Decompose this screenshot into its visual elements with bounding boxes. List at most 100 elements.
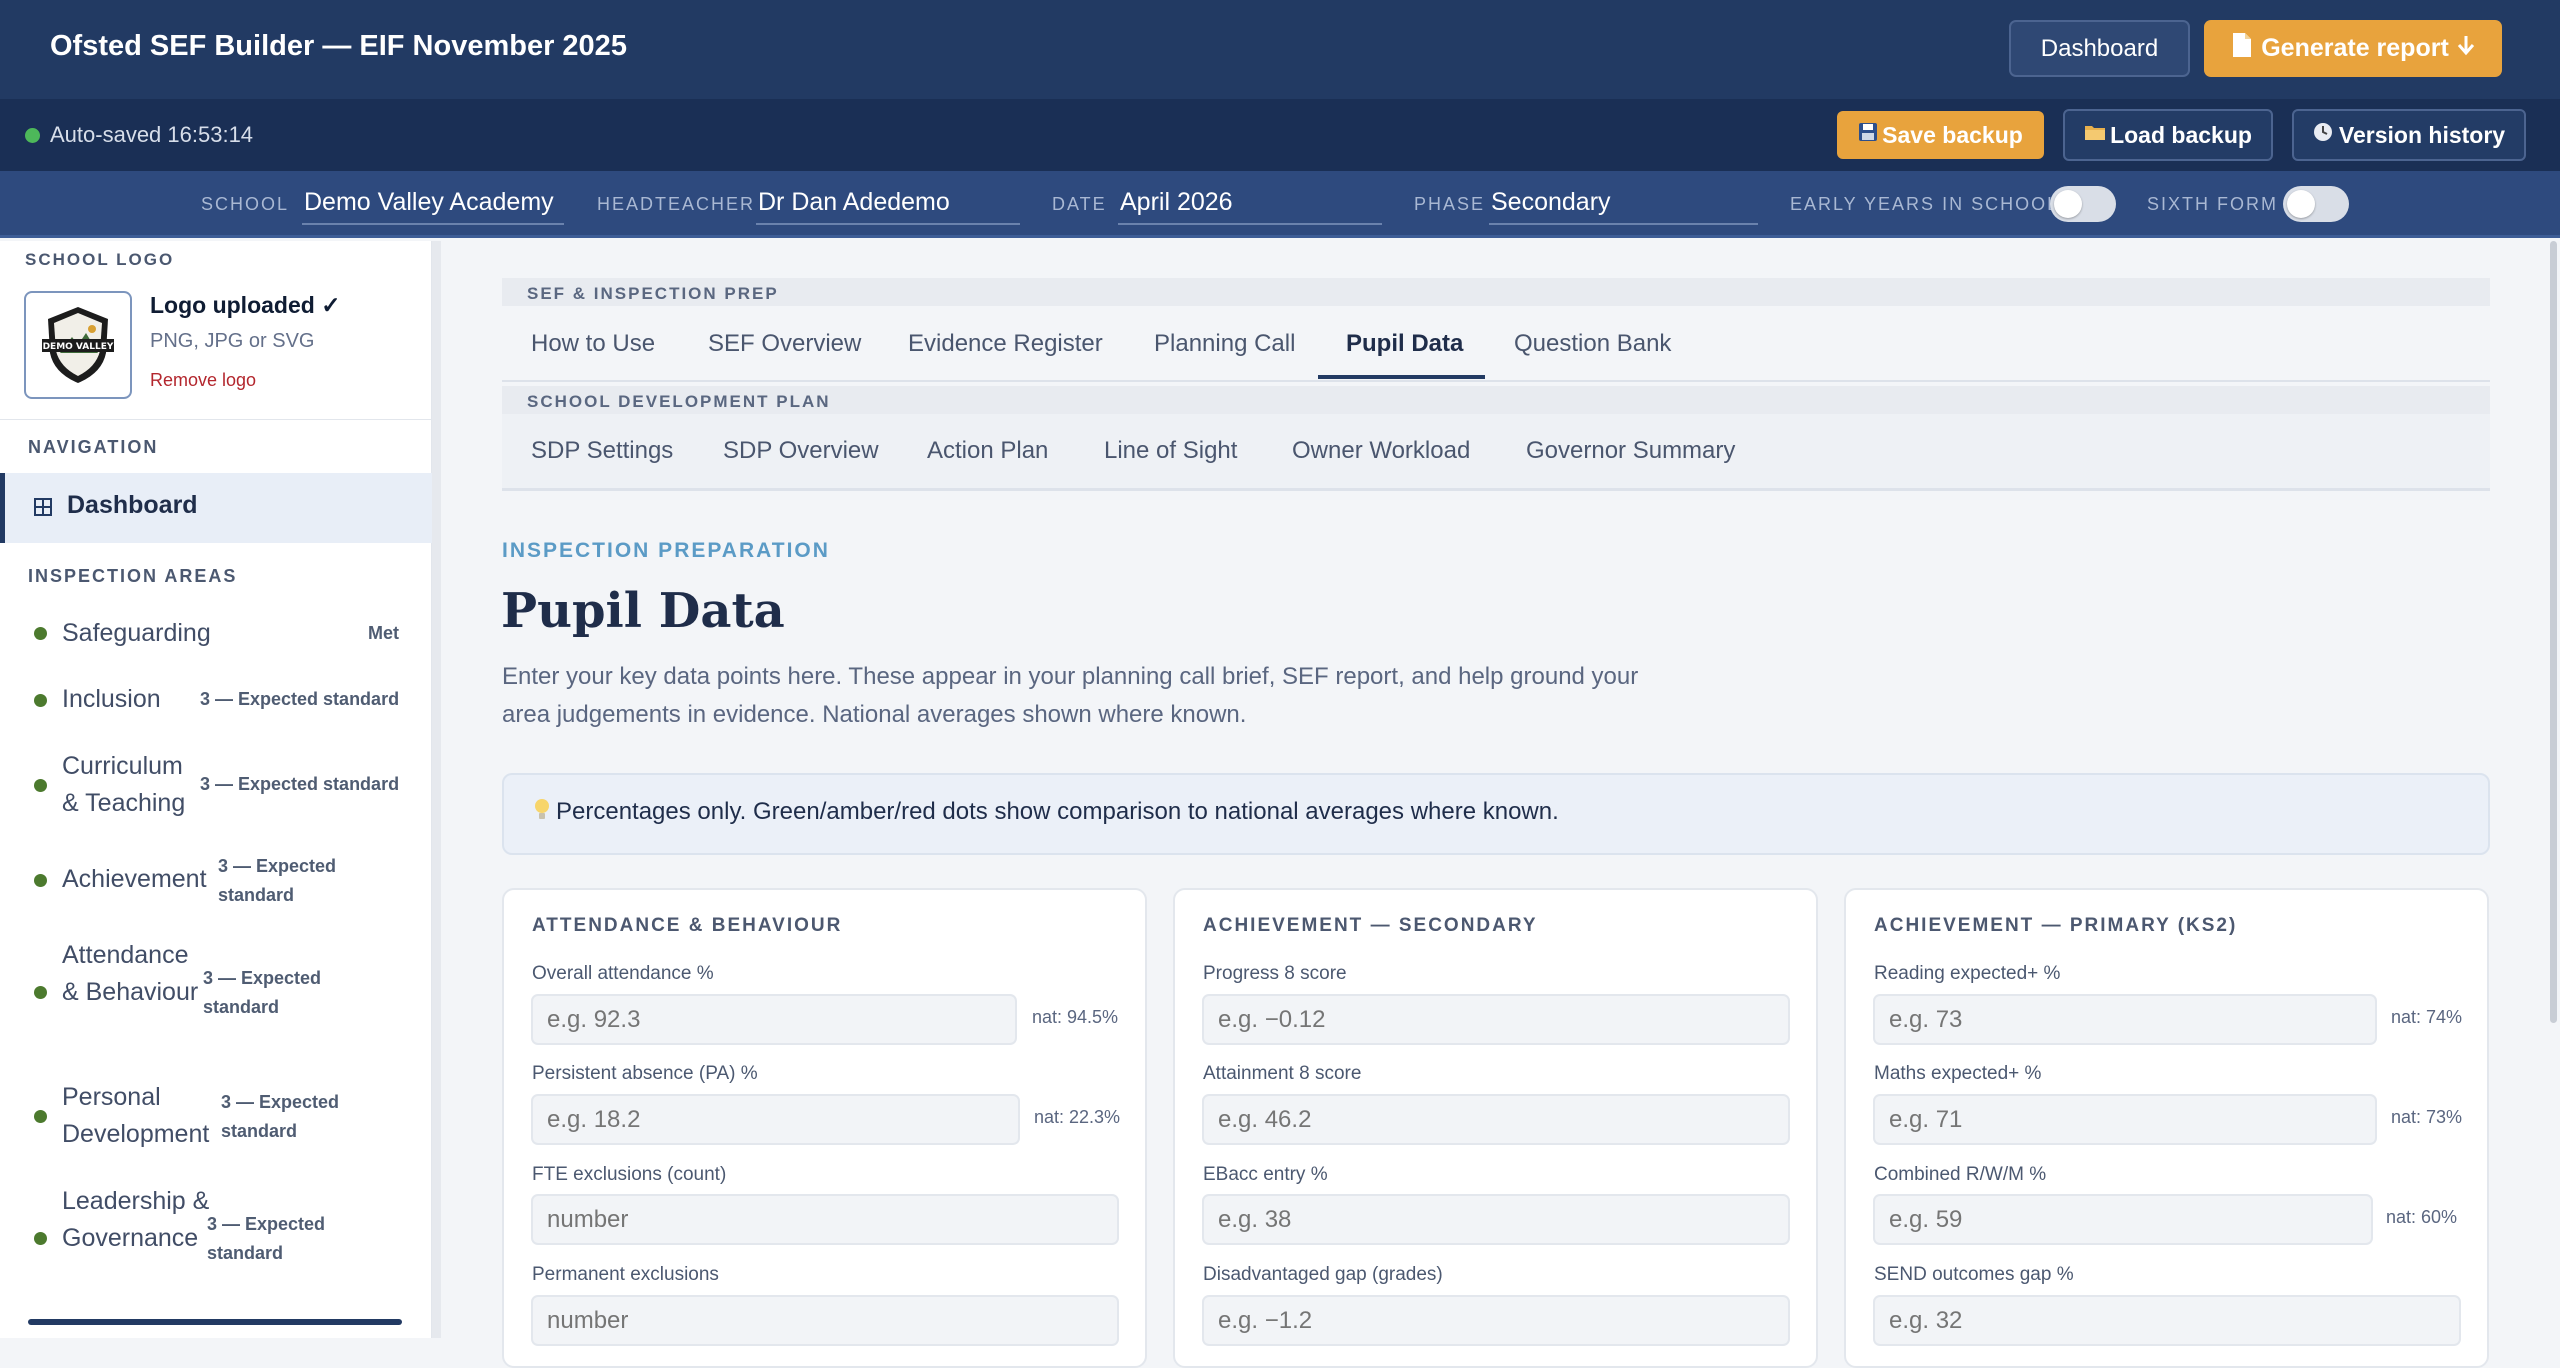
status-badge: 3 — Expected standard	[203, 968, 322, 1017]
scrollbar-thumb[interactable]	[2550, 241, 2557, 1023]
navigation-label: NAVIGATION	[28, 437, 159, 457]
field-label: Persistent absence (PA) %	[532, 1063, 758, 1084]
sidebar-item-safeguarding[interactable]: Safeguarding	[62, 615, 222, 652]
version-history-label: Version history	[2338, 121, 2506, 148]
page-title: Pupil Data	[501, 583, 785, 639]
date-field[interactable]: April 2026	[1118, 188, 1382, 225]
status-badge: Met	[368, 623, 399, 643]
version-history-button[interactable]: Version history	[2292, 109, 2526, 161]
tab-sdp-overview[interactable]: SDP Overview	[723, 437, 879, 465]
grid-icon	[34, 496, 52, 522]
tab-planning-call[interactable]: Planning Call	[1154, 330, 1295, 358]
national-average: nat: 73%	[2391, 1107, 2463, 1127]
lightbulb-icon	[534, 798, 550, 829]
status-dot	[34, 1110, 47, 1123]
autosave-status-dot	[25, 128, 40, 143]
sidebar-item-personal-development[interactable]: Personal Development	[62, 1079, 222, 1153]
save-backup-label: Save backup	[1882, 121, 2023, 148]
tab-action-plan[interactable]: Action Plan	[927, 437, 1048, 465]
phase-select[interactable]: Secondary	[1489, 188, 1758, 225]
attainment-8-input[interactable]	[1202, 1094, 1790, 1145]
tab-pupil-data[interactable]: Pupil Data	[1346, 330, 1463, 358]
document-icon	[2231, 32, 2253, 65]
disadvantaged-gap-input[interactable]	[1202, 1295, 1790, 1346]
status-dot	[34, 874, 47, 887]
national-average: nat: 60%	[2386, 1207, 2458, 1227]
sidebar-progress-bar	[28, 1319, 402, 1325]
floppy-disk-icon	[1858, 122, 1878, 148]
logo-wordmark: DEMO VALLEY	[43, 342, 114, 352]
tab-question-bank[interactable]: Question Bank	[1514, 330, 1671, 358]
reading-expected-input[interactable]	[1873, 994, 2377, 1045]
sidebar-item-leadership-governance[interactable]: Leadership & Governance	[62, 1183, 212, 1257]
permanent-exclusions-input[interactable]	[531, 1295, 1119, 1346]
early-years-toggle[interactable]	[2050, 186, 2116, 222]
status-dot	[34, 1232, 47, 1245]
date-label: DATE	[1052, 194, 1107, 214]
sdp-section-label: SCHOOL DEVELOPMENT PLAN	[527, 392, 831, 411]
tab-how-to-use[interactable]: How to Use	[531, 330, 655, 358]
ebacc-entry-input[interactable]	[1202, 1194, 1790, 1245]
national-average: nat: 22.3%	[1034, 1107, 1121, 1127]
sef-strip-header	[502, 278, 2490, 306]
field-label: Maths expected+ %	[1874, 1063, 2042, 1084]
sidebar-dashboard-label: Dashboard	[67, 491, 198, 519]
status-badge: 3 — Expected standard	[200, 774, 400, 794]
divider	[502, 380, 2490, 382]
maths-expected-input[interactable]	[1873, 1094, 2377, 1145]
field-label: FTE exclusions (count)	[532, 1164, 727, 1185]
app-title: Ofsted SEF Builder — EIF November 2025	[50, 30, 627, 62]
sidebar-item-dashboard[interactable]	[0, 473, 432, 543]
field-label: Reading expected+ %	[1874, 963, 2061, 984]
persistent-absence-input[interactable]	[531, 1094, 1020, 1145]
status-dot	[34, 779, 47, 792]
combined-rwm-input[interactable]	[1873, 1194, 2373, 1245]
tab-line-of-sight[interactable]: Line of Sight	[1104, 437, 1237, 465]
send-outcomes-gap-input[interactable]	[1873, 1295, 2461, 1346]
logo-format-hint: PNG, JPG or SVG	[150, 330, 315, 352]
school-logo[interactable]: DEMO VALLEY	[24, 291, 132, 399]
tab-owner-workload[interactable]: Owner Workload	[1292, 437, 1470, 465]
field-label: SEND outcomes gap %	[1874, 1264, 2074, 1285]
divider	[502, 488, 2490, 491]
divider	[0, 419, 432, 420]
tab-governor-summary[interactable]: Governor Summary	[1526, 437, 1735, 465]
fte-exclusions-input[interactable]	[531, 1194, 1119, 1245]
card-title: ATTENDANCE & BEHAVIOUR	[532, 915, 843, 936]
page-description: Enter your key data points here. These a…	[502, 663, 1639, 728]
save-backup-button[interactable]: Save backup	[1837, 111, 2044, 159]
school-field[interactable]: Demo Valley Academy	[302, 188, 564, 225]
phase-label: PHASE	[1414, 194, 1486, 214]
status-badge: 3 — Expected standard	[221, 1092, 340, 1141]
overall-attendance-input[interactable]	[531, 994, 1017, 1045]
headteacher-field[interactable]: Dr Dan Adedemo	[756, 188, 1020, 225]
dashboard-button[interactable]: Dashboard	[2009, 20, 2190, 77]
national-average: nat: 94.5%	[1032, 1007, 1119, 1027]
field-label: Progress 8 score	[1203, 963, 1347, 984]
status-badge: 3 — Expected standard	[218, 856, 337, 905]
toggle-knob	[2054, 190, 2082, 218]
page-eyebrow: INSPECTION PREPARATION	[502, 539, 830, 562]
tip-message: Percentages only. Green/amber/red dots s…	[556, 798, 1559, 825]
sidebar-item-curriculum-teaching[interactable]: Curriculum & Teaching	[62, 748, 194, 822]
sidebar-item-attendance-behaviour[interactable]: Attendance & Behaviour	[62, 937, 202, 1011]
sidebar-item-inclusion[interactable]: Inclusion	[62, 681, 212, 718]
generate-report-button[interactable]: Generate report	[2204, 20, 2502, 77]
arrow-down-icon	[2457, 34, 2475, 63]
tab-evidence-register[interactable]: Evidence Register	[908, 330, 1103, 358]
load-backup-button[interactable]: Load backup	[2063, 109, 2273, 161]
status-dot	[34, 627, 47, 640]
tab-sef-overview[interactable]: SEF Overview	[708, 330, 861, 358]
card-title: ACHIEVEMENT — SECONDARY	[1203, 915, 1538, 936]
sidebar-item-achievement[interactable]: Achievement	[62, 861, 222, 898]
sixth-form-label: SIXTH FORM	[2147, 194, 2278, 214]
progress-8-input[interactable]	[1202, 994, 1790, 1045]
tab-sdp-settings[interactable]: SDP Settings	[531, 437, 673, 465]
status-badge: 3 — Expected standard	[207, 1214, 326, 1263]
sixth-form-toggle[interactable]	[2283, 186, 2349, 222]
clock-icon	[2313, 122, 2333, 148]
remove-logo-link[interactable]: Remove logo	[150, 370, 256, 391]
logo-status: Logo uploaded ✓	[150, 292, 341, 318]
field-label: Attainment 8 score	[1203, 1063, 1362, 1084]
status-dot	[34, 986, 47, 999]
